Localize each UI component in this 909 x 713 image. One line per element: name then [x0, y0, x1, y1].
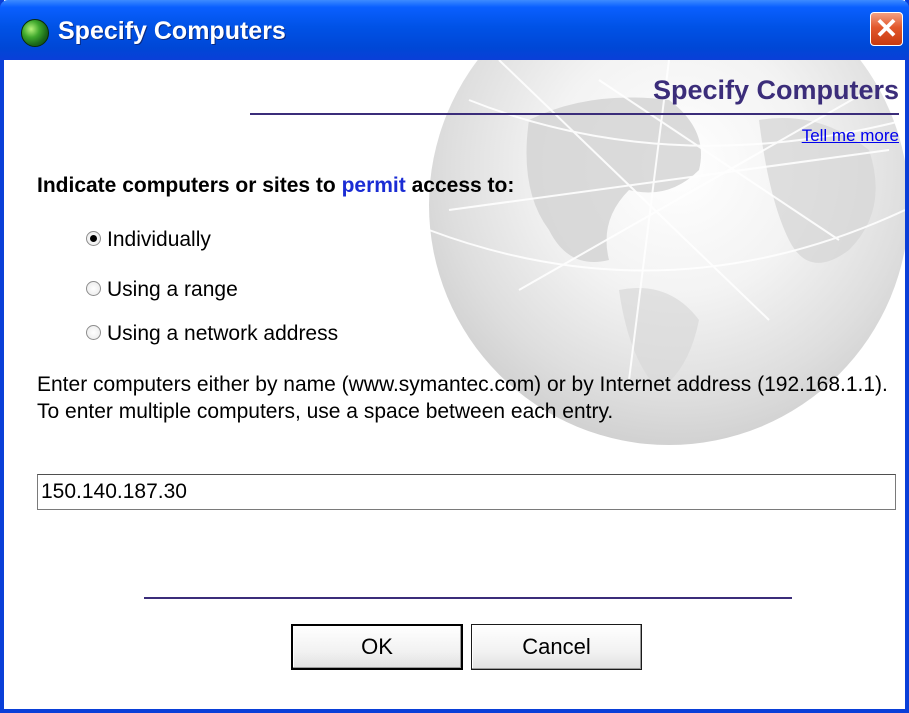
header-divider [250, 113, 899, 115]
close-icon: ✕ [874, 13, 899, 44]
close-button[interactable]: ✕ [870, 12, 903, 46]
prompt-emphasis: permit [341, 174, 406, 197]
cancel-button[interactable]: Cancel [471, 624, 642, 670]
prompt-suffix: access to: [405, 174, 515, 197]
radio-label: Using a network address [107, 322, 339, 345]
title-bar[interactable]: Specify Computers ✕ [0, 0, 909, 60]
globe-icon [21, 19, 49, 47]
permit-prompt: Indicate computers or sites to permit ac… [37, 174, 514, 198]
window-title: Specify Computers [58, 17, 286, 45]
radio-individually[interactable]: Individually [86, 228, 211, 256]
ok-button[interactable]: OK [291, 624, 463, 670]
globe-watermark-icon [428, 60, 905, 445]
radio-button[interactable] [86, 280, 101, 296]
footer-divider [144, 597, 792, 599]
computers-input[interactable] [37, 474, 896, 510]
dialog-body: Specify Computers Tell me more Indicate … [4, 60, 905, 709]
prompt-prefix: Indicate computers or sites to [37, 174, 342, 197]
dialog-window: Specify Computers ✕ Specify Computers Te… [0, 0, 909, 713]
header-title: Specify Computers [652, 75, 899, 105]
radio-network-address[interactable]: Using a network address [86, 322, 338, 350]
radio-button[interactable] [86, 324, 101, 340]
tell-me-more-link[interactable]: Tell me more [802, 126, 899, 146]
radio-using-range[interactable]: Using a range [86, 278, 238, 306]
radio-label: Using a range [107, 278, 238, 301]
radio-button-selected[interactable] [86, 230, 101, 246]
instructions-text: Enter computers either by name (www.syma… [37, 373, 888, 423]
radio-label: Individually [107, 228, 211, 251]
